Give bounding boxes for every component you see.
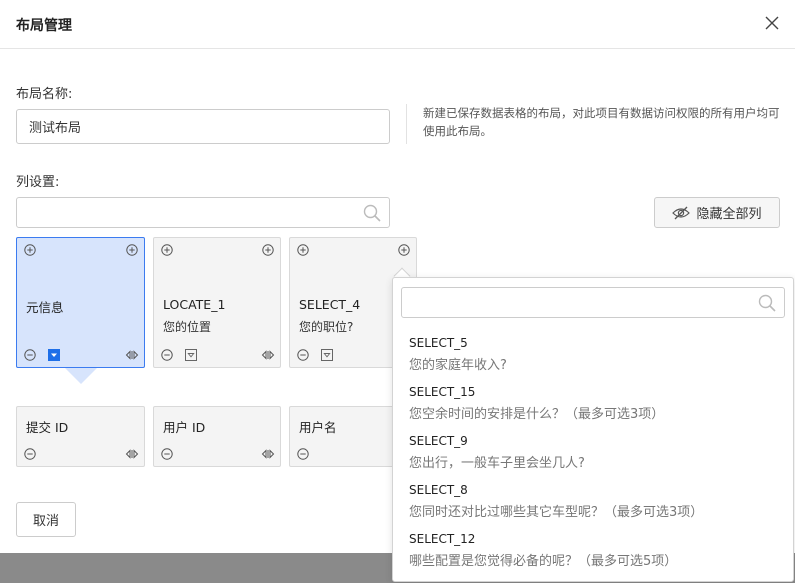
dropdown-option[interactable]: SELECT_15 您空余时间的安排是什么？（最多可选3项） bbox=[409, 384, 779, 425]
column-card-meta[interactable]: 元信息 bbox=[16, 237, 145, 368]
dropdown-option[interactable]: SELECT_5 您的家庭年收入? bbox=[409, 335, 779, 376]
layout-help-text: 新建已保存数据表格的布局，对此项目有数据访问权限的所有用户均可使用此布局。 bbox=[406, 104, 786, 144]
option-code: SELECT_15 bbox=[409, 385, 476, 399]
dropdown-option[interactable]: SELECT_9 您出行，一般车子里会坐几人? bbox=[409, 433, 779, 474]
column-card-title: 用户名 bbox=[299, 420, 337, 435]
column-card-title: 用户 ID bbox=[163, 420, 206, 435]
option-question: 您的家庭年收入? bbox=[409, 358, 507, 373]
option-code: SELECT_12 bbox=[409, 532, 476, 546]
option-code: SELECT_5 bbox=[409, 336, 468, 350]
option-code: SELECT_9 bbox=[409, 434, 468, 448]
search-icon bbox=[758, 294, 776, 312]
search-icon bbox=[363, 204, 381, 222]
column-settings-label: 列设置: bbox=[16, 175, 60, 190]
remove-icon[interactable] bbox=[297, 349, 309, 361]
eye-off-icon bbox=[672, 206, 691, 219]
add-before-icon[interactable] bbox=[24, 244, 36, 256]
column-card-subtitle: 您的职位? bbox=[299, 320, 354, 334]
close-button[interactable] bbox=[764, 15, 780, 31]
drag-handle-icon[interactable] bbox=[261, 448, 275, 460]
option-question: 您空余时间的安排是什么？（最多可选3项） bbox=[409, 407, 665, 422]
selected-card-pointer bbox=[65, 368, 97, 384]
column-card-title: LOCATE_1 bbox=[163, 297, 226, 312]
cancel-button[interactable]: 取消 bbox=[16, 502, 76, 537]
dropdown-search-box bbox=[401, 287, 785, 318]
option-question: 哪些配置是您觉得必备的呢？（最多可选5项） bbox=[409, 554, 678, 569]
add-after-icon[interactable] bbox=[262, 244, 274, 256]
layout-name-input[interactable] bbox=[16, 109, 390, 144]
remove-icon[interactable] bbox=[297, 448, 309, 460]
column-card-title: 提交 ID bbox=[26, 420, 69, 435]
close-icon bbox=[765, 16, 779, 30]
add-before-icon[interactable] bbox=[161, 244, 173, 256]
dialog-title: 布局管理 bbox=[16, 18, 72, 34]
remove-icon[interactable] bbox=[161, 448, 173, 460]
column-card-title: SELECT_4 bbox=[299, 297, 361, 312]
add-after-icon[interactable] bbox=[126, 244, 138, 256]
dropdown-toggle-icon[interactable] bbox=[321, 349, 333, 361]
dropdown-option[interactable]: SELECT_8 您同时还对比过哪些其它车型呢？（最多可选3项） bbox=[409, 482, 779, 523]
option-question: 您出行，一般车子里会坐几人? bbox=[409, 456, 585, 471]
dropdown-toggle-icon[interactable] bbox=[185, 349, 197, 361]
hide-all-columns-label: 隐藏全部列 bbox=[696, 207, 762, 222]
drag-handle-icon[interactable] bbox=[261, 349, 275, 361]
add-before-icon[interactable] bbox=[297, 244, 309, 256]
hide-all-columns-button[interactable]: 隐藏全部列 bbox=[654, 197, 780, 228]
remove-icon[interactable] bbox=[24, 448, 36, 460]
drag-handle-icon[interactable] bbox=[125, 448, 139, 460]
drag-handle-icon[interactable] bbox=[125, 349, 139, 361]
remove-icon[interactable] bbox=[24, 349, 36, 361]
dialog-header: 布局管理 bbox=[0, 0, 795, 49]
dropdown-toggle-icon[interactable] bbox=[48, 349, 60, 361]
remove-icon[interactable] bbox=[161, 349, 173, 361]
add-after-icon[interactable] bbox=[398, 244, 410, 256]
column-card-locate-1[interactable]: LOCATE_1 您的位置 bbox=[153, 237, 281, 368]
dropdown-search-input[interactable] bbox=[402, 288, 784, 317]
column-search-input[interactable] bbox=[17, 198, 389, 227]
option-question: 您同时还对比过哪些其它车型呢？（最多可选3项） bbox=[409, 505, 704, 520]
layout-name-label: 布局名称: bbox=[16, 87, 73, 102]
column-search-box bbox=[16, 197, 390, 228]
column-card-submission-id[interactable]: 提交 ID bbox=[16, 406, 145, 467]
option-code: SELECT_8 bbox=[409, 483, 468, 497]
column-card-user-id[interactable]: 用户 ID bbox=[153, 406, 281, 467]
dropdown-option[interactable]: SELECT_12 哪些配置是您觉得必备的呢？（最多可选5项） bbox=[409, 531, 779, 572]
column-picker-dropdown: SELECT_5 您的家庭年收入? SELECT_15 您空余时间的安排是什么？… bbox=[392, 277, 794, 582]
column-card-subtitle: 您的位置 bbox=[163, 320, 212, 334]
column-card-title: 元信息 bbox=[26, 300, 64, 315]
